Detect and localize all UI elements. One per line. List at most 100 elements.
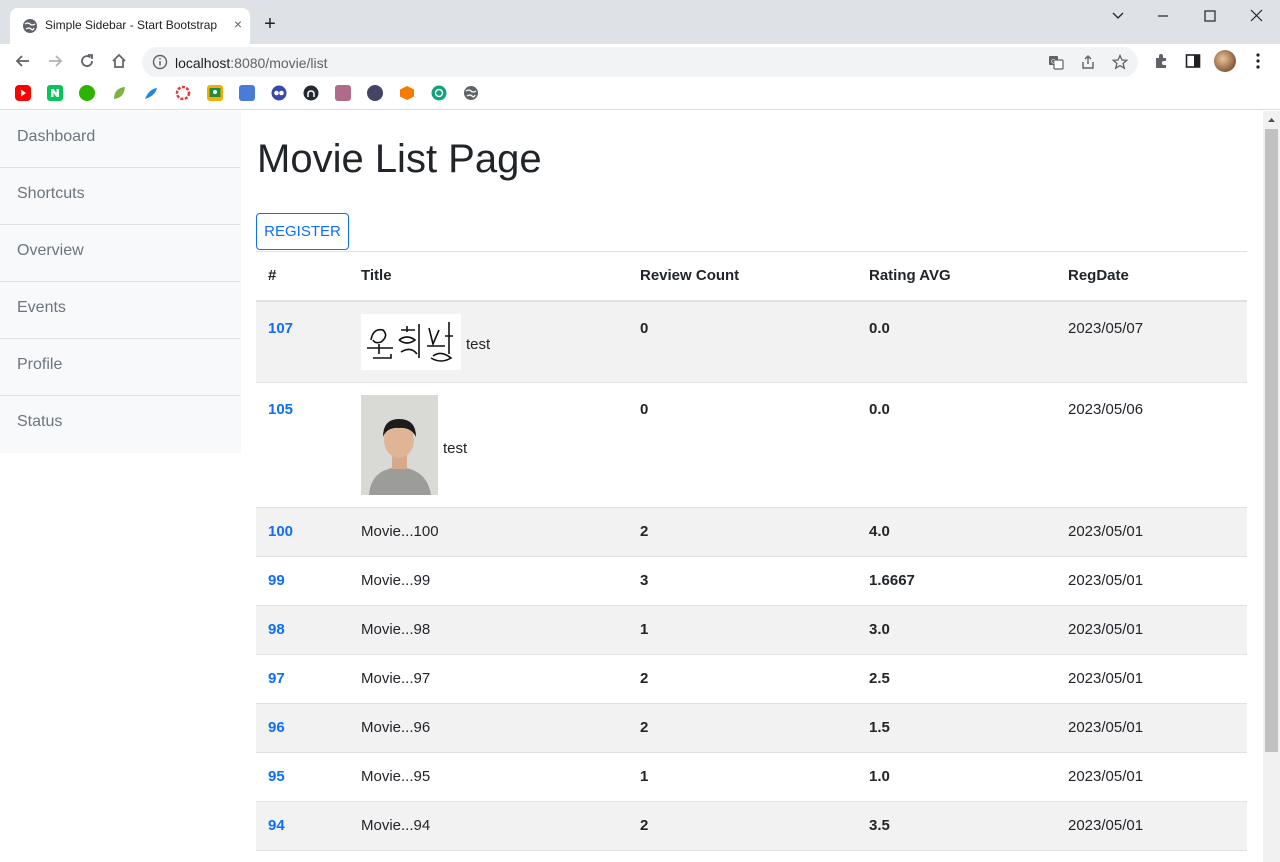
side-panel-icon[interactable]	[1184, 52, 1202, 70]
movie-title: Movie...96	[349, 703, 628, 753]
scrollbar-thumb[interactable]	[1265, 129, 1278, 752]
address-bar[interactable]: localhost:8080/movie/list G	[142, 47, 1138, 77]
movie-number-link[interactable]: 96	[268, 719, 285, 736]
browser-tab[interactable]: Simple Sidebar - Start Bootstrap ×	[10, 8, 250, 44]
translate-icon[interactable]: G	[1048, 54, 1064, 70]
avatar-bookmark-icon[interactable]	[367, 85, 383, 101]
reg-date: 2023/05/01	[1056, 556, 1247, 606]
sidebar-item-dashboard[interactable]: Dashboard	[0, 111, 240, 168]
bookmark-green-icon[interactable]	[79, 85, 95, 101]
browser-tabstrip: Simple Sidebar - Start Bootstrap × +	[0, 0, 1280, 44]
sidebar: Dashboard Shortcuts Overview Events Prof…	[0, 111, 241, 453]
reg-date: 2023/05/06	[1056, 382, 1247, 508]
table-row[interactable]: 95 Movie...95 1 1.0 2023/05/01	[256, 752, 1247, 802]
sidebar-item-events[interactable]: Events	[0, 282, 240, 339]
reg-date: 2023/05/01	[1056, 801, 1247, 851]
table-row[interactable]: 97 Movie...97 2 2.5 2023/05/01	[256, 654, 1247, 704]
sidebar-item-status[interactable]: Status	[0, 396, 240, 453]
vertical-scrollbar[interactable]	[1263, 111, 1280, 862]
rating-avg: 3.0	[857, 605, 1056, 655]
svg-text:G: G	[1051, 59, 1056, 66]
share-icon[interactable]	[1080, 54, 1096, 70]
rating-avg: 4.0	[857, 507, 1056, 557]
table-row[interactable]: 99 Movie...99 3 1.6667 2023/05/01	[256, 556, 1247, 606]
movie-number-link[interactable]: 98	[268, 621, 285, 638]
naver-icon[interactable]	[47, 85, 63, 101]
review-count: 0	[628, 300, 857, 383]
register-button[interactable]: REGISTER	[256, 213, 349, 250]
star-icon[interactable]	[1112, 54, 1128, 70]
reload-icon[interactable]	[78, 52, 96, 70]
ring-icon[interactable]	[175, 85, 191, 101]
review-count: 1	[628, 605, 857, 655]
movie-title: Movie...95	[349, 752, 628, 802]
movie-title: Movie...100	[349, 507, 628, 557]
table-row[interactable]: 105 test 0 0.0 2023/05/06	[256, 382, 1247, 508]
forward-icon[interactable]	[46, 52, 64, 70]
review-count: 2	[628, 801, 857, 851]
more-menu-icon[interactable]	[1250, 52, 1266, 70]
globe-icon[interactable]	[463, 85, 479, 101]
chatgpt-icon[interactable]	[431, 85, 447, 101]
sidebar-item-profile[interactable]: Profile	[0, 339, 240, 396]
github-icon[interactable]	[303, 85, 319, 101]
photo-bookmark-icon[interactable]	[335, 85, 351, 101]
new-tab-button[interactable]: +	[260, 14, 280, 34]
sidebar-item-shortcuts[interactable]: Shortcuts	[0, 168, 240, 225]
tab-close-icon[interactable]: ×	[230, 16, 246, 32]
url-text[interactable]: localhost:8080/movie/list	[175, 55, 328, 71]
movie-thumbnail-signature[interactable]	[361, 313, 461, 370]
chevron-down-icon[interactable]	[1103, 4, 1133, 28]
movie-number-link[interactable]: 95	[268, 768, 285, 785]
table-row[interactable]: 107 test 0 0.0 2023/05/07	[256, 300, 1247, 383]
scroll-up-arrow-icon[interactable]	[1263, 113, 1280, 127]
profile-avatar[interactable]	[1214, 50, 1236, 72]
classroom-icon[interactable]	[207, 85, 223, 101]
rating-avg: 2.5	[857, 654, 1056, 704]
movie-number-link[interactable]: 99	[268, 572, 285, 589]
table-row[interactable]: 100 Movie...100 2 4.0 2023/05/01	[256, 507, 1247, 557]
movie-thumbnail-photo[interactable]	[361, 395, 438, 495]
table-row[interactable]: 98 Movie...98 1 3.0 2023/05/01	[256, 605, 1247, 655]
movie-title: test	[466, 336, 491, 353]
table-header-row: # Title Review Count Rating AVG RegDate	[256, 251, 1247, 302]
review-count: 2	[628, 507, 857, 557]
feather-icon[interactable]	[143, 85, 159, 101]
movie-number-link[interactable]: 97	[268, 670, 285, 687]
movie-number-link[interactable]: 105	[268, 401, 293, 418]
owl-icon[interactable]	[271, 85, 287, 101]
back-icon[interactable]	[14, 52, 32, 70]
movie-number-link[interactable]: 100	[268, 523, 293, 540]
reg-date: 2023/05/07	[1056, 300, 1247, 383]
page-viewport: Dashboard Shortcuts Overview Events Prof…	[0, 111, 1280, 862]
movie-number-link[interactable]: 107	[268, 320, 293, 337]
column-header-regdate: RegDate	[1056, 251, 1247, 302]
bookmarks-bar	[0, 78, 1280, 110]
rating-avg: 0.0	[857, 300, 1056, 383]
box-icon[interactable]	[399, 85, 415, 101]
home-icon[interactable]	[110, 52, 128, 70]
extensions-icon[interactable]	[1152, 52, 1170, 70]
movie-title: Movie...98	[349, 605, 628, 655]
page-title: Movie List Page	[257, 137, 542, 181]
table-row[interactable]: 96 Movie...96 2 1.5 2023/05/01	[256, 703, 1247, 753]
browser-toolbar: localhost:8080/movie/list G	[0, 44, 1280, 78]
youtube-icon[interactable]	[15, 85, 31, 101]
grid-icon[interactable]	[239, 85, 255, 101]
movie-title: Movie...99	[349, 556, 628, 606]
movie-table: # Title Review Count Rating AVG RegDate …	[256, 251, 1247, 851]
close-window-icon[interactable]	[1242, 4, 1272, 28]
reg-date: 2023/05/01	[1056, 654, 1247, 704]
sidebar-item-overview[interactable]: Overview	[0, 225, 240, 282]
minimize-icon[interactable]	[1148, 4, 1178, 28]
table-row[interactable]: 94 Movie...94 2 3.5 2023/05/01	[256, 801, 1247, 851]
rating-avg: 0.0	[857, 382, 1056, 508]
rating-avg: 1.5	[857, 703, 1056, 753]
leaf-icon[interactable]	[111, 85, 127, 101]
movie-number-link[interactable]: 94	[268, 817, 285, 834]
tab-title: Simple Sidebar - Start Bootstrap	[45, 18, 218, 32]
reg-date: 2023/05/01	[1056, 507, 1247, 557]
maximize-icon[interactable]	[1195, 4, 1225, 28]
column-header-rating-avg: Rating AVG	[857, 251, 1056, 302]
site-info-icon[interactable]	[152, 54, 168, 70]
